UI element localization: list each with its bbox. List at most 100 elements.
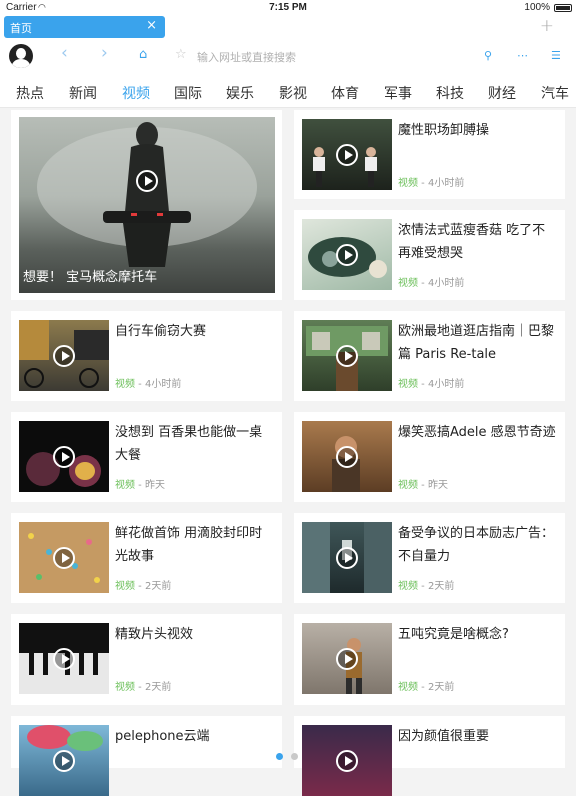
- article-meta: 视频 - 4小时前: [398, 174, 464, 189]
- list-item[interactable]: 欧洲最地道逛店指南｜巴黎篇 Paris Re-tale 视频 - 4小时前: [294, 311, 565, 401]
- category-military[interactable]: 军事: [384, 83, 412, 103]
- article-time: 4小时前: [427, 278, 465, 289]
- list-item[interactable]: pelephone云端: [11, 716, 282, 796]
- article-meta: 视频 - 昨天: [115, 476, 165, 491]
- article-title: 因为颜值很重要: [398, 729, 490, 744]
- forward-button[interactable]: ›: [101, 43, 108, 63]
- article-meta: 视频 - 4小时前: [115, 375, 181, 390]
- article-source: 视频: [115, 581, 135, 592]
- video-thumbnail[interactable]: [302, 119, 392, 190]
- category-hot[interactable]: 热点: [16, 83, 44, 103]
- list-item[interactable]: 没想到 百香果也能做一桌大餐 视频 - 昨天: [11, 412, 282, 502]
- article-time: 2天前: [427, 682, 455, 693]
- article-meta: 视频 - 2天前: [398, 678, 454, 693]
- page-dot-active[interactable]: [276, 753, 283, 760]
- category-video[interactable]: 视频: [122, 83, 150, 103]
- list-item[interactable]: 备受争议的日本励志广告：不自量力 视频 - 2天前: [294, 513, 565, 603]
- meta-separator: -: [418, 682, 428, 693]
- back-button[interactable]: ‹: [61, 43, 68, 63]
- video-thumbnail[interactable]: [302, 725, 392, 796]
- video-thumbnail[interactable]: [19, 320, 109, 391]
- category-news[interactable]: 新闻: [69, 83, 97, 103]
- featured-title: 想要！ 宝马概念摩托车: [23, 270, 158, 285]
- article-source: 视频: [398, 278, 418, 289]
- avatar[interactable]: [9, 44, 33, 68]
- play-icon: [336, 243, 358, 266]
- article-meta: 视频 - 4小时前: [398, 274, 464, 289]
- meta-separator: -: [135, 480, 145, 491]
- list-item[interactable]: 五吨究竟是啥概念? 视频 - 2天前: [294, 614, 565, 705]
- article-source: 视频: [115, 379, 135, 390]
- article-title: 精致片头视效: [115, 627, 194, 642]
- article-source: 视频: [115, 480, 135, 491]
- url-search-input[interactable]: 输入网址或直接搜索: [197, 49, 296, 65]
- menu-icon[interactable]: ☰: [551, 49, 561, 62]
- meta-separator: -: [418, 178, 428, 189]
- video-thumbnail[interactable]: [19, 725, 109, 796]
- category-sports[interactable]: 体育: [331, 83, 359, 103]
- article-time: 2天前: [427, 581, 455, 592]
- list-item[interactable]: 爆笑恶搞Adele 感恩节奇迹 视频 - 昨天: [294, 412, 565, 502]
- video-thumbnail[interactable]: [302, 623, 392, 694]
- list-item[interactable]: 自行车偷窃大赛 视频 - 4小时前: [11, 311, 282, 401]
- video-thumbnail[interactable]: [302, 219, 392, 290]
- play-icon: [336, 445, 358, 468]
- article-source: 视频: [398, 379, 418, 390]
- article-time: 4小时前: [427, 178, 465, 189]
- video-thumbnail[interactable]: [302, 522, 392, 593]
- article-title: 爆笑恶搞Adele 感恩节奇迹: [398, 425, 556, 440]
- article-time: 4小时前: [427, 379, 465, 390]
- video-thumbnail[interactable]: [302, 421, 392, 492]
- video-thumbnail[interactable]: [19, 522, 109, 593]
- play-icon: [53, 445, 75, 468]
- category-international[interactable]: 国际: [174, 83, 202, 103]
- meta-separator: -: [135, 682, 145, 693]
- battery-percent: 100%: [524, 2, 550, 13]
- article-title: 五吨究竟是啥概念?: [398, 627, 509, 642]
- article-source: 视频: [398, 682, 418, 693]
- close-icon[interactable]: ×: [146, 18, 157, 33]
- star-icon[interactable]: ☆: [175, 47, 187, 62]
- search-icon[interactable]: ⚲: [484, 49, 492, 62]
- category-tech[interactable]: 科技: [436, 83, 464, 103]
- play-icon: [336, 647, 358, 670]
- article-meta: 视频 - 2天前: [115, 678, 171, 693]
- page-dot[interactable]: [291, 753, 298, 760]
- video-thumbnail[interactable]: [19, 623, 109, 694]
- list-item[interactable]: 因为颜值很重要: [294, 716, 565, 796]
- video-thumbnail[interactable]: [302, 320, 392, 391]
- list-item[interactable]: 魔性职场卸膊操 视频 - 4小时前: [294, 110, 565, 199]
- list-item[interactable]: 浓情法式蓝瘦香菇 吃了不再难受想哭 视频 - 4小时前: [294, 210, 565, 300]
- battery-icon: [554, 4, 572, 12]
- category-film[interactable]: 影视: [279, 83, 307, 103]
- video-thumbnail[interactable]: [19, 421, 109, 492]
- category-finance[interactable]: 财经: [488, 83, 516, 103]
- article-time: 4小时前: [144, 379, 182, 390]
- play-icon: [336, 143, 358, 166]
- category-auto[interactable]: 汽车: [541, 83, 569, 103]
- share-icon[interactable]: ⋯: [517, 49, 528, 62]
- article-title: pelephone云端: [115, 729, 210, 744]
- page-indicator: [276, 745, 306, 764]
- new-tab-button[interactable]: +: [540, 16, 554, 36]
- article-meta: 视频 - 2天前: [398, 577, 454, 592]
- featured-card[interactable]: 想要！ 宝马概念摩托车: [11, 110, 282, 300]
- article-source: 视频: [115, 682, 135, 693]
- meta-separator: -: [418, 480, 428, 491]
- article-time: 昨天: [427, 480, 448, 491]
- list-item[interactable]: 精致片头视效 视频 - 2天前: [11, 614, 282, 705]
- article-title: 自行车偷窃大赛: [115, 324, 207, 339]
- article-time: 昨天: [144, 480, 165, 491]
- featured-thumbnail[interactable]: 想要！ 宝马概念摩托车: [19, 117, 275, 293]
- article-source: 视频: [398, 480, 418, 491]
- article-time: 2天前: [144, 581, 172, 592]
- list-item[interactable]: 鲜花做首饰 用滴胶封印时光故事 视频 - 2天前: [11, 513, 282, 603]
- play-icon: [53, 344, 75, 367]
- category-entertainment[interactable]: 娱乐: [226, 83, 254, 103]
- tab-label: 首页: [10, 22, 32, 35]
- home-icon[interactable]: ⌂: [139, 47, 147, 62]
- tab-bar: 首页 × +: [0, 16, 576, 38]
- tab-home[interactable]: 首页 ×: [4, 16, 165, 38]
- play-icon: [336, 546, 358, 569]
- article-source: 视频: [398, 581, 418, 592]
